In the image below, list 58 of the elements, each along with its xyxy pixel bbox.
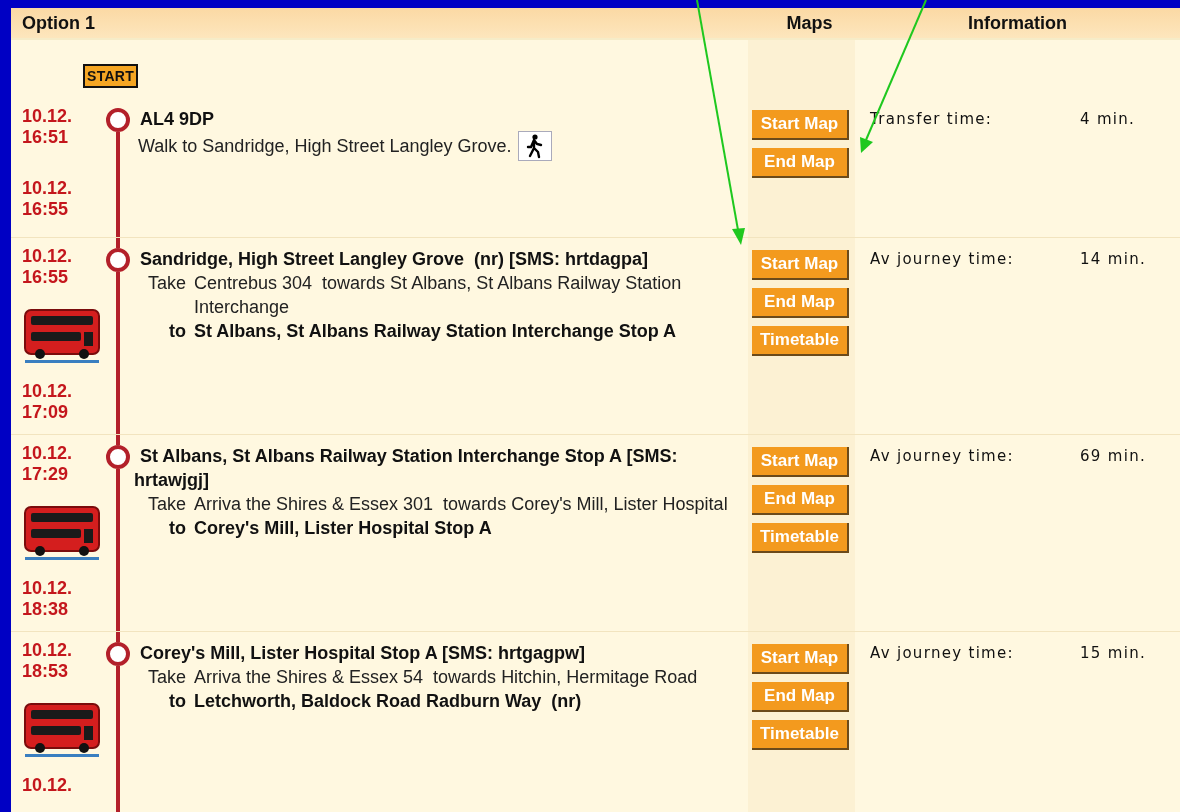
- stop-name: AL4 9DP: [139, 108, 216, 131]
- map-button[interactable]: Start Map: [752, 250, 849, 280]
- time-text: 10.12.: [22, 640, 74, 661]
- map-button[interactable]: End Map: [752, 288, 849, 318]
- walk-instruction: Walk to Sandridge, High Street Langley Grove.: [138, 135, 512, 158]
- info-label: Av journey time:: [870, 250, 1015, 268]
- to-label: to: [168, 690, 186, 713]
- stop-name: Sandridge, High Street Langley Grove (nr) [SMS: hrtdagpa]: [139, 248, 650, 271]
- time-text: 16:55: [22, 199, 70, 220]
- map-button[interactable]: End Map: [752, 148, 849, 178]
- bus-icon: [22, 702, 102, 758]
- time-text: 10.12.: [22, 106, 74, 127]
- time-text: 18:38: [22, 599, 70, 620]
- map-button[interactable]: Start Map: [752, 110, 849, 140]
- start-badge: START: [83, 64, 139, 88]
- option-title: Option 1: [21, 12, 96, 34]
- stop-name: St Albans, St Albans Railway Station Interchange Stop A [SMS: hrtawjgj]: [134, 445, 679, 492]
- time-text: 10.12.: [22, 178, 74, 199]
- bus-icon: [22, 308, 102, 364]
- service-text: Arriva the Shires & Essex 54 towards Hitchin, Hermitage Road: [194, 666, 699, 689]
- take-label: Take: [146, 272, 186, 295]
- timetable-button[interactable]: Timetable: [752, 720, 849, 750]
- map-button[interactable]: End Map: [752, 485, 849, 515]
- time-text: 10.12.: [22, 443, 74, 464]
- destination-text: Letchworth, Baldock Road Radburn Way (nr): [194, 690, 583, 713]
- time-text: 17:09: [22, 402, 70, 423]
- time-text: 10.12.: [22, 246, 74, 267]
- bus-icon: [22, 505, 102, 561]
- time-text: 10.12.: [22, 578, 74, 599]
- service-text: Arriva the Shires & Essex 301 towards Corey's Mill, Lister Hospital: [194, 493, 729, 516]
- info-value: 15 min.: [1080, 644, 1147, 662]
- to-label: to: [168, 517, 186, 540]
- time-text: 18:53: [22, 661, 70, 682]
- timetable-button[interactable]: Timetable: [752, 326, 849, 356]
- map-button[interactable]: Start Map: [752, 447, 849, 477]
- timetable-button[interactable]: Timetable: [752, 523, 849, 553]
- time-text: 16:55: [22, 267, 70, 288]
- time-text: 17:29: [22, 464, 70, 485]
- destination-text: Corey's Mill, Lister Hospital Stop A: [194, 517, 493, 540]
- take-label: Take: [146, 493, 186, 516]
- walking-person-icon: [517, 131, 552, 161]
- info-value: 14 min.: [1080, 250, 1147, 268]
- info-value: 69 min.: [1080, 447, 1147, 465]
- column-heading: Information: [967, 12, 1068, 34]
- service-text: Centrebus 304 towards St Albans, St Albans Railway Station Interchange: [194, 272, 683, 319]
- info-label: Av journey time:: [870, 644, 1015, 662]
- time-text: 10.12.: [22, 381, 74, 402]
- destination-text: St Albans, St Albans Railway Station Interchange Stop A: [194, 320, 678, 343]
- to-label: to: [168, 320, 186, 343]
- map-button[interactable]: Start Map: [752, 644, 849, 674]
- info-value: 4 min.: [1080, 110, 1137, 128]
- info-label: Av journey time:: [870, 447, 1015, 465]
- time-text: 10.12.: [22, 775, 74, 796]
- column-heading: Maps: [785, 12, 834, 34]
- take-label: Take: [146, 666, 186, 689]
- stop-name: Corey's Mill, Lister Hospital Stop A [SMS: hrtgagpw]: [139, 642, 586, 665]
- time-text: 16:51: [22, 127, 70, 148]
- map-button[interactable]: End Map: [752, 682, 849, 712]
